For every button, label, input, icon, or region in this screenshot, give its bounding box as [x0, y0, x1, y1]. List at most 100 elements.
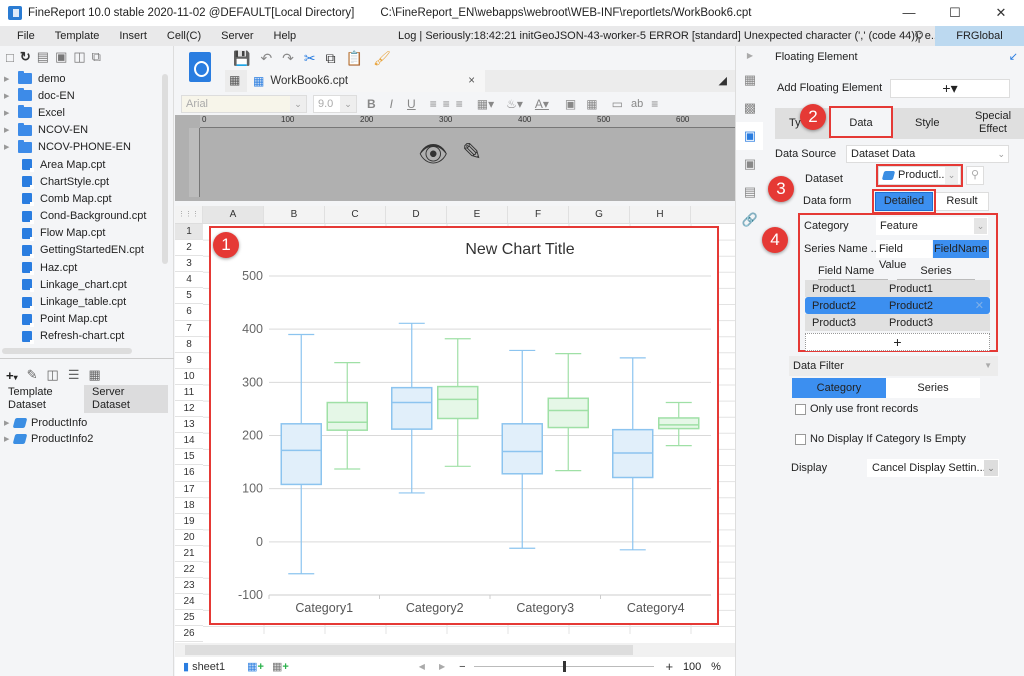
- row-header-cell[interactable]: 10: [175, 368, 203, 385]
- tree-hscrollbar[interactable]: [2, 348, 132, 354]
- column-header-cell[interactable]: B: [264, 206, 325, 223]
- expand-arrow-icon[interactable]: ▶: [4, 143, 14, 151]
- collapse-arrow-icon[interactable]: ↙: [1009, 46, 1018, 68]
- checkbox[interactable]: [795, 403, 806, 415]
- search-icon[interactable]: ⚲: [914, 28, 924, 45]
- series-field-value-option[interactable]: Field Value: [876, 240, 932, 271]
- border-icon[interactable]: ▦▾: [477, 97, 494, 111]
- add-sheet-icon[interactable]: ▦+: [247, 660, 264, 673]
- row-header-cell[interactable]: 9: [175, 352, 203, 369]
- font-select[interactable]: Arial ⌄: [181, 94, 307, 113]
- cut-icon[interactable]: ✂: [304, 50, 316, 67]
- next-sheet-icon[interactable]: ▶: [439, 662, 445, 671]
- refresh-icon[interactable]: ↻: [20, 49, 31, 65]
- menu-insert[interactable]: Insert: [109, 30, 157, 42]
- show-template-icon[interactable]: ▤: [37, 49, 49, 65]
- menu-server[interactable]: Server: [211, 30, 263, 42]
- field-row[interactable]: Product1 Product1: [805, 280, 990, 297]
- expand-arrow-icon[interactable]: ▶: [4, 75, 14, 83]
- row-header-cell[interactable]: 22: [175, 561, 203, 579]
- row-header-cell[interactable]: 2: [175, 240, 203, 257]
- add-polysheet-icon[interactable]: ▦+: [272, 660, 289, 673]
- display-select[interactable]: Cancel Display Settin... ⌄: [867, 459, 999, 477]
- file-item[interactable]: Linkage_chart.cpt: [0, 276, 162, 293]
- row-header-cell[interactable]: 7: [175, 320, 203, 337]
- checkbox[interactable]: [795, 433, 806, 445]
- new-tab-icon[interactable]: ▦: [229, 73, 240, 87]
- file-item[interactable]: Area Map.cpt: [0, 156, 162, 173]
- row-header-cell[interactable]: 17: [175, 481, 203, 498]
- hyperlink-icon[interactable]: 🔗: [736, 206, 764, 234]
- save-icon[interactable]: 💾: [233, 50, 250, 67]
- only-front-records-checkbox[interactable]: Only use front records: [795, 403, 918, 415]
- row-header-cell[interactable]: 6: [175, 304, 203, 321]
- file-item[interactable]: Cond-Background.cpt: [0, 208, 162, 225]
- row-header-cell[interactable]: 8: [175, 336, 203, 353]
- column-header-cell[interactable]: F: [508, 206, 569, 223]
- row-header-cell[interactable]: 18: [175, 497, 203, 514]
- zoom-slider[interactable]: [473, 661, 654, 672]
- wrap-icon[interactable]: ▭: [612, 97, 623, 111]
- copy-icon[interactable]: ⧉: [92, 49, 101, 65]
- row-header-cell[interactable]: 23: [175, 578, 203, 595]
- file-item[interactable]: ChartStyle.cpt: [0, 173, 162, 190]
- field-row[interactable]: Product3 Product3: [805, 314, 990, 331]
- align-left-icon[interactable]: ≡: [430, 97, 437, 111]
- folder-item[interactable]: ▶ demo: [0, 70, 162, 87]
- filter-tab-category[interactable]: Category: [792, 378, 886, 398]
- expand-arrow-icon[interactable]: ▶: [4, 126, 14, 134]
- row-header-cell[interactable]: 13: [175, 417, 203, 434]
- condition-icon[interactable]: ▤: [736, 178, 764, 206]
- column-header-cell[interactable]: A: [203, 206, 264, 223]
- expand-arrow-icon[interactable]: ▶: [4, 92, 14, 100]
- folder-item[interactable]: ▶ Excel: [0, 104, 162, 121]
- row-header-cell[interactable]: 5: [175, 288, 203, 305]
- expand-icon[interactable]: ▶: [736, 46, 764, 66]
- unmerge-icon[interactable]: ▦: [586, 97, 597, 111]
- text-icon[interactable]: ab: [631, 98, 643, 110]
- tab-template-dataset[interactable]: Template Dataset: [0, 385, 84, 413]
- chart-floating-element[interactable]: New Chart Title -100 0 100 200 300 400 500 Categ…: [209, 226, 719, 625]
- bold-icon[interactable]: B: [367, 97, 376, 111]
- menu-file[interactable]: File: [0, 30, 45, 42]
- filter-tab-series[interactable]: Series: [886, 378, 980, 398]
- field-row[interactable]: Product2 Product2 ✕: [805, 297, 990, 314]
- row-header-cell[interactable]: 12: [175, 401, 203, 418]
- maximize-button[interactable]: ☐: [932, 0, 978, 26]
- file-item[interactable]: Point Map.cpt: [0, 311, 162, 328]
- row-header-cell[interactable]: 19: [175, 513, 203, 530]
- italic-icon[interactable]: I: [390, 97, 393, 111]
- merge-icon[interactable]: ▣: [565, 97, 576, 111]
- row-header-cell[interactable]: 21: [175, 545, 203, 562]
- font-color-icon[interactable]: A▾: [535, 97, 549, 111]
- file-item[interactable]: Haz.cpt: [0, 259, 162, 276]
- tab-server-dataset[interactable]: Server Dataset: [84, 385, 168, 413]
- log-message[interactable]: Log | Seriously:18:42:21 initGeoJSON-43-…: [398, 30, 940, 42]
- paste-icon[interactable]: 📋: [346, 50, 363, 67]
- prev-sheet-icon[interactable]: ◀: [419, 662, 425, 671]
- minimize-button[interactable]: —: [886, 0, 932, 26]
- file-item[interactable]: Refresh-chart.cpt: [0, 328, 162, 345]
- new-folder-icon[interactable]: □: [6, 50, 14, 65]
- data-form-result[interactable]: Result: [935, 192, 989, 211]
- search-dataset-icon[interactable]: ⚲: [966, 166, 984, 185]
- align-center-icon[interactable]: ≡: [443, 97, 450, 111]
- indent-icon[interactable]: ≡: [651, 97, 658, 111]
- expand-arrow-icon[interactable]: ▶: [4, 109, 14, 117]
- font-size-select[interactable]: 9.0 ⌄: [313, 94, 357, 113]
- row-header-cell[interactable]: 24: [175, 594, 203, 611]
- widget-icon[interactable]: ▣: [736, 150, 764, 178]
- row-header-cell[interactable]: 15: [175, 449, 203, 466]
- select-all-corner[interactable]: ⋮⋮⋮: [175, 206, 203, 223]
- sheet-tab[interactable]: sheet1: [192, 661, 225, 673]
- data-filter-section[interactable]: Data Filter ▼: [789, 356, 998, 376]
- row-header-cell[interactable]: 16: [175, 465, 203, 482]
- add-dataset-icon[interactable]: +▾: [6, 368, 18, 383]
- hide-icon[interactable]: 👁: [418, 140, 448, 169]
- row-header-cell[interactable]: 1: [175, 224, 203, 241]
- tab-special-effect[interactable]: Special Effect: [967, 110, 1019, 136]
- add-floating-element-button[interactable]: +▾: [890, 79, 1010, 98]
- dataset-item[interactable]: ▶ ProductInfo2: [0, 431, 168, 447]
- align-right-icon[interactable]: ≡: [456, 97, 463, 111]
- tab-type[interactable]: Ty: [789, 117, 801, 129]
